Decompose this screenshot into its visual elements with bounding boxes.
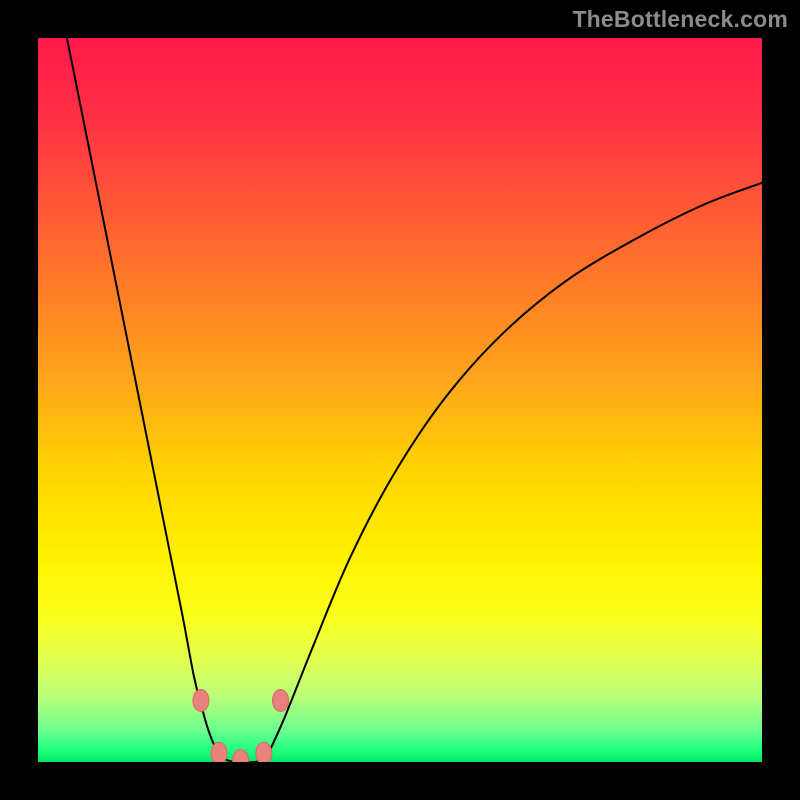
watermark-text: TheBottleneck.com	[572, 6, 788, 33]
curve-marker	[233, 750, 249, 762]
curve-marker	[256, 742, 272, 762]
bottleneck-curve	[67, 38, 762, 762]
plot-area	[38, 38, 762, 762]
chart-frame: TheBottleneck.com	[0, 0, 800, 800]
curve-marker	[211, 742, 227, 762]
curve-marker	[193, 689, 209, 711]
curve-layer	[38, 38, 762, 762]
curve-marker	[273, 689, 289, 711]
